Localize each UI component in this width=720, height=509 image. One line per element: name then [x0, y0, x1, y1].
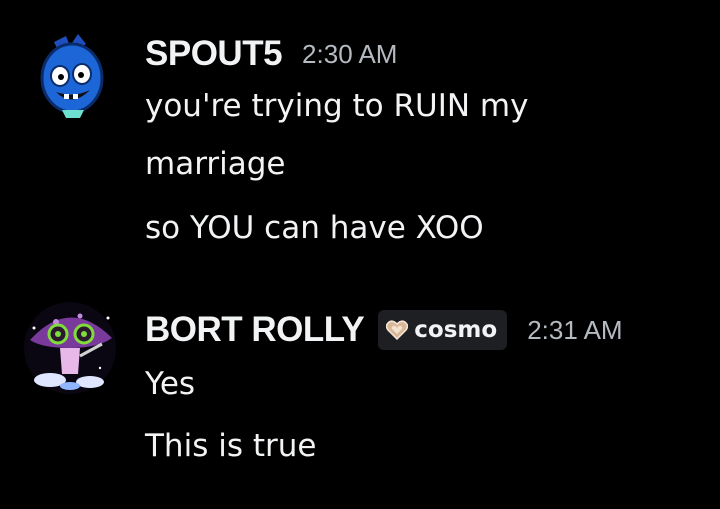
message-text: marriage — [145, 146, 286, 182]
clan-tag[interactable]: cosmo — [378, 310, 508, 350]
message-text: you're trying to RUIN my — [145, 88, 529, 124]
message-group: BORT ROLLY cosmo 2:31 AM Yes This is tru… — [0, 270, 720, 509]
message-header: BORT ROLLY cosmo 2:31 AM — [145, 310, 623, 350]
message-group: SPOUT5 2:30 AM you're trying to RUIN my … — [0, 0, 720, 270]
message-text: Yes — [145, 366, 196, 402]
username[interactable]: BORT ROLLY — [145, 310, 365, 350]
clan-tag-label: cosmo — [414, 317, 498, 343]
avatar[interactable] — [26, 28, 122, 124]
message-header: SPOUT5 2:30 AM — [145, 34, 397, 74]
message-text: so YOU can have XOO — [145, 210, 484, 246]
heart-icon — [386, 320, 409, 340]
timestamp[interactable]: 2:30 AM — [302, 39, 397, 70]
blue-creature-avatar-icon — [40, 34, 104, 118]
purple-mushroom-avatar-icon — [24, 302, 116, 394]
avatar[interactable] — [20, 298, 116, 394]
username[interactable]: SPOUT5 — [145, 34, 283, 74]
timestamp[interactable]: 2:31 AM — [527, 315, 622, 346]
message-text: This is true — [145, 428, 317, 464]
